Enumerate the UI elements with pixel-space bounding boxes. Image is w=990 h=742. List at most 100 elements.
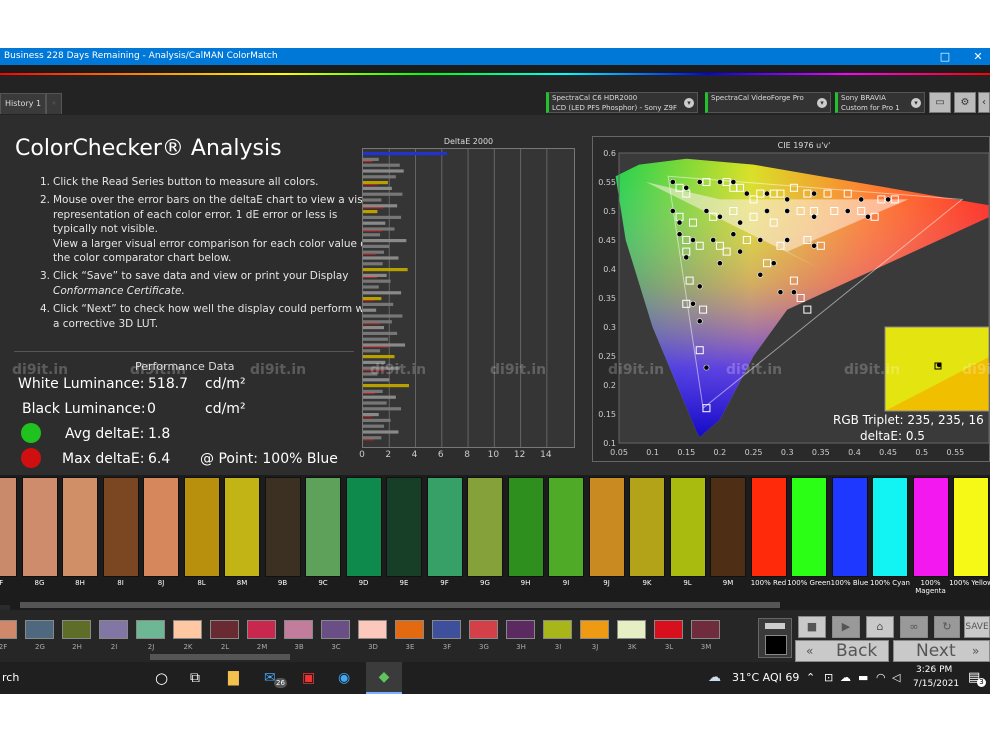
play-icon[interactable]: ▶ [832, 616, 860, 638]
clock-time[interactable]: 3:26 PM [916, 665, 952, 675]
patch-label: 3K [627, 643, 637, 651]
swatch-label: 8G [34, 579, 45, 587]
cie-y-tick: 0.3 [603, 323, 616, 332]
add-tab-icon[interactable]: ◦ [46, 93, 62, 114]
taskbar-search-input[interactable]: rch [2, 662, 19, 694]
instruction-step-3: 3. Click “Save” to save data and view or… [40, 269, 360, 299]
cie-measured-point [757, 237, 764, 243]
lock-icon[interactable]: ⌂ [866, 616, 894, 638]
patch-button[interactable] [99, 620, 128, 639]
patch-button[interactable] [136, 620, 165, 639]
patch-button[interactable] [469, 620, 498, 639]
scrollbar-thumb[interactable] [20, 602, 780, 608]
chevron-down-icon[interactable]: ▾ [911, 98, 921, 108]
device-display[interactable]: Sony BRAVIA Custom for Pro 1 ▾ [835, 92, 925, 113]
patch-button[interactable] [25, 620, 54, 639]
tab-history-1[interactable]: History 1 [0, 93, 47, 114]
deltae-bar [363, 320, 392, 324]
file-explorer-icon[interactable]: ▇ [228, 662, 239, 694]
patch-button[interactable] [543, 620, 572, 639]
color-swatch [62, 477, 98, 577]
deltae-x-tick: 8 [464, 450, 470, 460]
swatch-label: 100% Yellow [949, 579, 990, 587]
cie-measured-point [784, 237, 791, 243]
deltae-bar [363, 256, 399, 260]
cie-measured-point [690, 300, 696, 307]
calman-app-icon[interactable]: ◆ [366, 662, 402, 694]
gift-icon[interactable]: ▣ [302, 662, 315, 694]
step-number: 3. [40, 270, 51, 282]
stop-icon[interactable]: ■ [798, 616, 826, 638]
patch-button[interactable] [432, 620, 461, 639]
deltae-bar [363, 233, 381, 237]
color-swatch [588, 477, 625, 577]
maximize-button[interactable]: □ [930, 48, 960, 65]
cie-measured-point [676, 219, 683, 226]
back-button[interactable]: « Back [795, 640, 889, 662]
device-config-icon[interactable]: ▭ [929, 92, 951, 113]
deltae-bar [363, 436, 382, 440]
cie-chromaticity-chart[interactable]: CIE 1976 u'v' 0.05 0.1 0.15 0.2 0.25 0.3 0.35 0.… [592, 136, 990, 462]
weather-text[interactable]: 31°C AQI 69 [732, 662, 799, 694]
clock-date[interactable]: 7/15/2021 [913, 679, 959, 689]
patch-button[interactable] [247, 620, 276, 639]
patch-button[interactable] [284, 620, 313, 639]
patch-button[interactable] [358, 620, 387, 639]
swatch-scrollbar[interactable] [10, 600, 990, 610]
device-meter[interactable]: SpectraCal C6 HDR2000 LCD (LED PFS Phosp… [546, 92, 698, 113]
tray-chevron-up-icon[interactable]: ⌃ [806, 662, 815, 694]
next-button[interactable]: Next » [893, 640, 990, 662]
cie-measured-point [737, 248, 743, 255]
panel-toggle-icon[interactable]: ‹ [978, 92, 990, 113]
patch-button[interactable] [654, 620, 683, 639]
patch-label: 3L [664, 643, 674, 651]
cie-y-tick: 0.25 [598, 352, 616, 361]
patch-button[interactable] [210, 620, 239, 639]
mail-icon[interactable]: ✉ [264, 662, 276, 694]
edge-icon[interactable]: ◉ [338, 662, 350, 694]
patch-button[interactable] [62, 620, 91, 639]
deltae-bar [363, 326, 385, 330]
patch-button[interactable] [617, 620, 646, 639]
patch-button[interactable] [0, 620, 17, 639]
patch-button[interactable] [506, 620, 535, 639]
deltae-bar-accent [363, 300, 375, 302]
avg-deltae-label: Avg deltaE: [65, 426, 145, 442]
chevron-down-icon[interactable]: ▾ [684, 98, 694, 108]
patch-scrollbar-thumb[interactable] [150, 654, 290, 660]
swatch-label: 9D [358, 579, 369, 587]
patch-label: 2G [35, 643, 45, 651]
cie-measured-point [696, 318, 703, 325]
task-view-icon[interactable]: ⧉ [190, 662, 200, 694]
patch-button[interactable] [580, 620, 609, 639]
device-pattern-generator[interactable]: SpectraCal VideoForge Pro ▾ [705, 92, 831, 113]
patch-button[interactable] [691, 620, 720, 639]
patch-preview-box[interactable] [758, 618, 792, 658]
patch-button[interactable] [395, 620, 424, 639]
patch-button[interactable] [173, 620, 202, 639]
cie-measured-point [743, 190, 750, 197]
refresh-icon[interactable]: ↻ [934, 616, 960, 638]
tray-drive-icon[interactable]: ▬ [858, 662, 868, 694]
inset-rgb-triplet: RGB Triplet: 235, 235, 16 [833, 413, 984, 427]
close-button[interactable]: ✕ [963, 48, 990, 65]
patch-label: 3H [516, 643, 526, 651]
gear-icon[interactable]: ⚙ [954, 92, 976, 113]
color-swatch [386, 477, 422, 577]
chevron-down-icon[interactable]: ▾ [817, 98, 827, 108]
volume-icon[interactable]: ◁ [892, 662, 900, 694]
inset-measured-marker [936, 362, 942, 368]
tray-monitor-icon[interactable]: ⊡ [824, 662, 833, 694]
save-button[interactable]: SAVE [964, 616, 990, 638]
cie-measured-point [683, 254, 690, 261]
deltae-bar-chart[interactable] [362, 148, 575, 448]
cie-measured-point [811, 213, 817, 220]
wifi-icon[interactable]: ◠ [876, 662, 886, 694]
patch-label: 3C [331, 643, 341, 651]
swatch-label: 9J [603, 579, 610, 587]
cortana-icon[interactable]: ○ [155, 662, 168, 694]
deltae-bar [363, 152, 448, 156]
tray-cloud-icon[interactable]: ☁ [840, 662, 851, 694]
patch-button[interactable] [321, 620, 350, 639]
loop-icon[interactable]: ∞ [900, 616, 928, 638]
